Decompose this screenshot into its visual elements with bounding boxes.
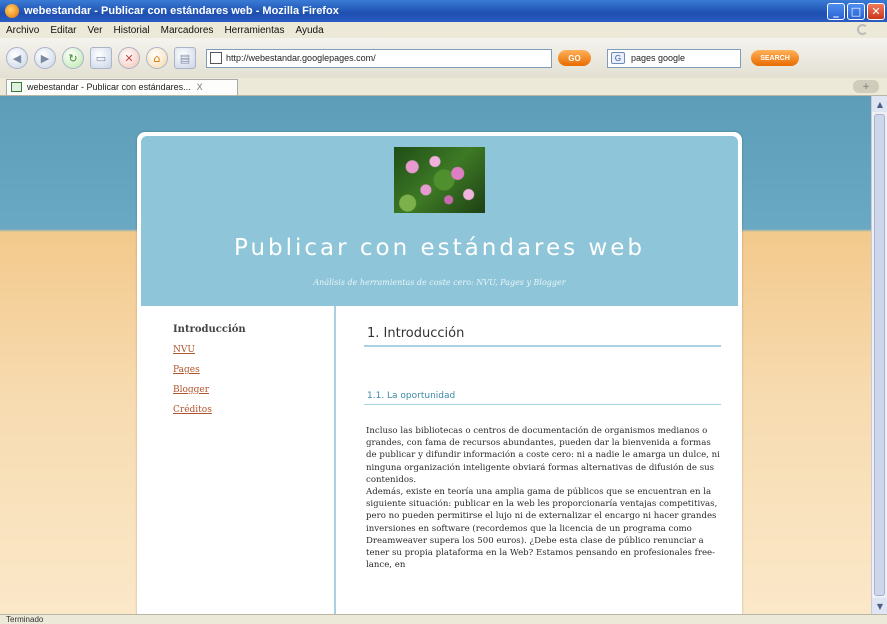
- reload-icon: ↻: [68, 51, 78, 65]
- firefox-icon: [5, 4, 19, 18]
- search-text: pages google: [631, 53, 686, 63]
- page-card: Publicar con estándares web Análisis de …: [137, 132, 742, 614]
- monitor-icon: ▭: [95, 51, 107, 65]
- bookmark-icon: ▤: [179, 51, 191, 65]
- scroll-up-icon[interactable]: ▲: [872, 96, 887, 112]
- menu-historial[interactable]: Historial: [114, 25, 150, 36]
- home-button[interactable]: ⌂: [146, 47, 168, 69]
- navigation-toolbar: ◀ ▶ ↻ ▭ ✕ ⌂ ▤ http://webestandar.googlep…: [0, 38, 887, 78]
- menu-ayuda[interactable]: Ayuda: [295, 25, 323, 36]
- bookmark-button[interactable]: ▤: [174, 47, 196, 69]
- window-title: webestandar - Publicar con estándares we…: [24, 5, 339, 17]
- menu-ver[interactable]: Ver: [87, 25, 102, 36]
- stop-icon: ✕: [124, 51, 134, 65]
- back-button[interactable]: ◀: [6, 47, 28, 69]
- new-tab-button[interactable]: +: [853, 80, 879, 93]
- page-viewport: Publicar con estándares web Análisis de …: [0, 96, 871, 614]
- status-bar: Terminado: [0, 614, 887, 624]
- sidebar-link-nvu[interactable]: NVU: [173, 345, 333, 355]
- screen-button[interactable]: ▭: [90, 47, 112, 69]
- site-title: Publicar con estándares web: [233, 235, 645, 261]
- home-icon: ⌂: [153, 51, 161, 65]
- sidebar-nav: Introducción NVU Pages Blogger Créditos: [173, 324, 333, 425]
- forward-arrow-icon: ▶: [40, 51, 50, 65]
- page-icon: [210, 52, 222, 64]
- go-button[interactable]: GO: [558, 50, 591, 66]
- url-bar[interactable]: http://webestandar.googlepages.com/: [206, 48, 552, 68]
- menu-bar: Archivo Editar Ver Historial Marcadores …: [0, 22, 887, 38]
- menu-archivo[interactable]: Archivo: [6, 25, 39, 36]
- vertical-scrollbar[interactable]: ▲ ▼: [871, 96, 887, 614]
- close-button[interactable]: ✕: [867, 2, 885, 20]
- subsection-heading: 1.1. La oportunidad: [364, 391, 721, 405]
- header-flowers-image: [394, 147, 485, 213]
- back-arrow-icon: ◀: [12, 51, 22, 65]
- tab-favicon-icon: [11, 82, 22, 92]
- search-button[interactable]: SEARCH: [751, 50, 799, 66]
- url-text: http://webestandar.googlepages.com/: [226, 53, 376, 63]
- section-heading: 1. Introducción: [364, 326, 721, 347]
- site-subtitle: Análisis de herramientas de coste cero: …: [313, 278, 566, 287]
- tab-label: webestandar - Publicar con estándares...: [27, 82, 191, 92]
- column-divider: [334, 306, 336, 614]
- menu-herramientas[interactable]: Herramientas: [224, 25, 284, 36]
- new-tab-icon: +: [862, 81, 870, 92]
- minimize-button[interactable]: _: [827, 2, 845, 20]
- google-icon: G: [611, 52, 625, 64]
- sidebar-link-pages[interactable]: Pages: [173, 365, 333, 375]
- paragraph-part-2: Además, existe en teoría una amplia gama…: [366, 487, 718, 571]
- paragraph-part-1: Incluso las bibliotecas o centros de doc…: [366, 426, 720, 485]
- maximize-button[interactable]: □: [847, 2, 865, 20]
- stop-button[interactable]: ✕: [118, 47, 140, 69]
- search-field[interactable]: G pages google: [607, 48, 741, 68]
- throbber-icon: [857, 24, 868, 35]
- sidebar-link-creditos[interactable]: Créditos: [173, 405, 333, 415]
- site-header: Publicar con estándares web Análisis de …: [141, 136, 738, 306]
- tab-webestandar[interactable]: webestandar - Publicar con estándares...…: [6, 78, 238, 95]
- intro-paragraph: Incluso las bibliotecas o centros de doc…: [364, 425, 721, 571]
- menu-editar[interactable]: Editar: [50, 25, 76, 36]
- sidebar-heading: Introducción: [173, 324, 246, 335]
- tab-bar: webestandar - Publicar con estándares...…: [0, 78, 887, 96]
- window-titlebar: webestandar - Publicar con estándares we…: [0, 0, 887, 22]
- sidebar-link-blogger[interactable]: Blogger: [173, 385, 333, 395]
- scroll-thumb[interactable]: [874, 114, 885, 596]
- tab-close-icon[interactable]: X: [197, 82, 203, 92]
- forward-button[interactable]: ▶: [34, 47, 56, 69]
- reload-button[interactable]: ↻: [62, 47, 84, 69]
- scroll-down-icon[interactable]: ▼: [872, 598, 887, 614]
- main-content: 1. Introducción 1.1. La oportunidad Incl…: [364, 326, 721, 571]
- menu-marcadores[interactable]: Marcadores: [161, 25, 214, 36]
